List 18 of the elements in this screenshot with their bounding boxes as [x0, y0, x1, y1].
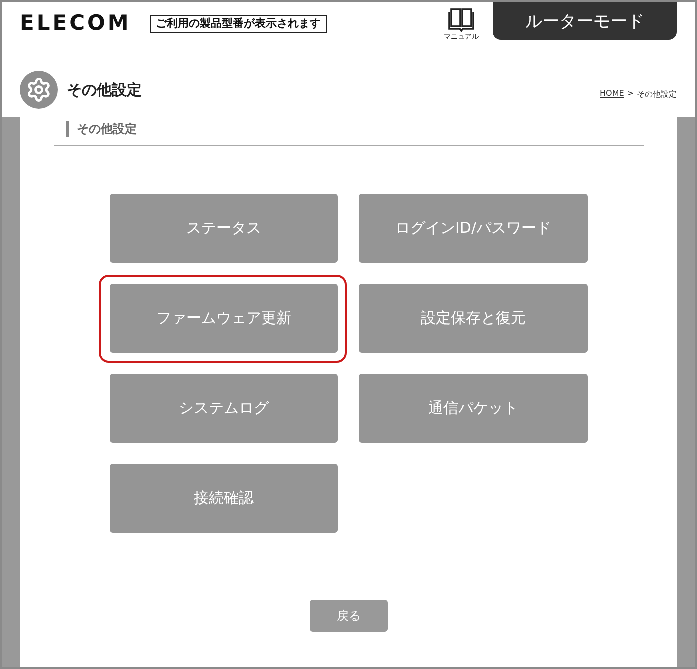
section-heading: その他設定 — [66, 121, 137, 137]
mode-tab[interactable]: ルーターモード — [493, 2, 677, 40]
breadcrumb-link[interactable]: HOME — [600, 88, 624, 100]
breadcrumb-separator: > — [627, 88, 634, 100]
menu-button[interactable]: 設定保存と復元 — [359, 284, 588, 353]
book-icon — [448, 8, 475, 32]
menu-button[interactable]: ファームウェア更新 — [110, 284, 338, 353]
menu-button[interactable]: ステータス — [110, 194, 338, 263]
breadcrumb-current: その他設定 — [637, 88, 677, 100]
menu-button[interactable]: 通信パケット — [359, 374, 588, 443]
page-title: その他設定 — [67, 80, 142, 100]
model-label: ご利用の製品型番が表示されます — [150, 15, 328, 33]
settings-icon — [20, 71, 58, 109]
menu-button[interactable]: システムログ — [110, 374, 338, 443]
back-button[interactable]: 戻る — [310, 600, 388, 632]
menu-button[interactable]: 接続確認 — [110, 464, 338, 533]
brand-logo: ELECOM — [20, 13, 132, 34]
menu-button[interactable]: ログインID/パスワード — [359, 194, 588, 263]
